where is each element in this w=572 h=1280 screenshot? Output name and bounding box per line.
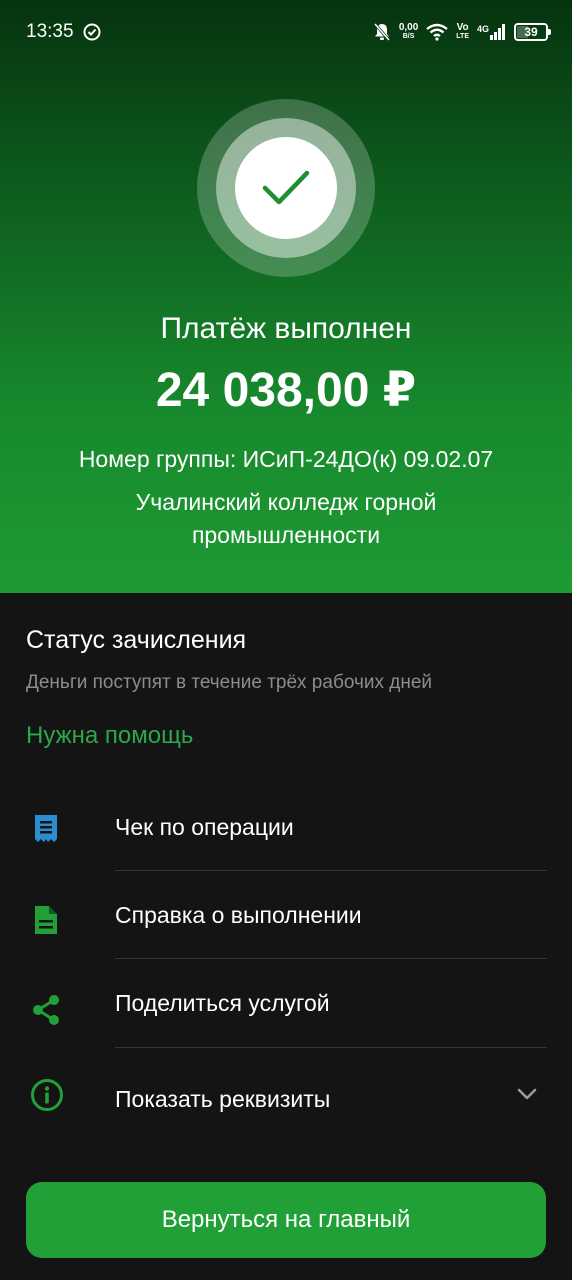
payment-group-number: Номер группы: ИСиП-24ДО(к) 09.02.07 <box>78 446 494 472</box>
document-icon <box>30 904 62 936</box>
volte-bottom: LTE <box>456 33 469 40</box>
action-show-details-label: Показать реквизиты <box>115 1086 331 1112</box>
action-completion-certificate-label: Справка о выполнении <box>115 902 362 928</box>
wifi-icon <box>426 23 449 41</box>
volte-indicator: Vo LTE <box>456 23 469 41</box>
share-icon <box>30 994 62 1026</box>
crediting-status-subtitle: Деньги поступят в течение трёх рабочих д… <box>26 672 433 693</box>
crediting-status-title: Статус зачисления <box>26 626 247 654</box>
receipt-icon <box>30 812 62 844</box>
action-show-details[interactable]: Показать реквизиты <box>0 1050 572 1138</box>
status-bar: 13:35 0,00 B/S Vo LTE 4G 39 <box>0 0 572 64</box>
info-icon <box>30 1078 64 1112</box>
net-speed-value: 0,00 <box>398 22 419 33</box>
action-share-service[interactable]: Поделиться услугой <box>0 960 572 1048</box>
volte-top: Vo <box>456 22 469 33</box>
battery-level: 39 <box>524 25 538 39</box>
battery-indicator: 39 <box>514 23 551 41</box>
return-home-button[interactable]: Вернуться на главный <box>26 1182 546 1258</box>
cell-signal: 4G <box>477 24 506 40</box>
status-icons: 0,00 B/S Vo LTE 4G 39 <box>373 18 551 46</box>
action-receipt-label: Чек по операции <box>115 814 294 840</box>
sync-check-icon <box>83 23 101 41</box>
chevron-down-icon <box>517 1088 537 1100</box>
success-badge <box>197 99 375 277</box>
net-speed-unit: B/S <box>402 33 415 40</box>
mute-bell-icon <box>373 23 390 41</box>
payment-success-header: 13:35 0,00 B/S Vo LTE 4G 39 Платёж выпол… <box>0 0 572 593</box>
action-completion-certificate[interactable]: Справка о выполнении <box>0 872 572 960</box>
payment-status-title: Платёж выполнен <box>160 312 412 345</box>
divider <box>115 1047 547 1048</box>
status-time: 13:35 <box>26 21 74 42</box>
signal-bars-icon <box>490 24 505 40</box>
action-share-service-label: Поделиться услугой <box>115 990 330 1016</box>
divider <box>115 870 547 871</box>
payment-recipient: Учалинский колледж горной промышленности <box>135 489 437 548</box>
divider <box>115 958 547 959</box>
payment-amount: 24 038,00 ₽ <box>155 364 417 417</box>
action-receipt[interactable]: Чек по операции <box>0 784 572 872</box>
network-type: 4G <box>476 24 489 34</box>
checkmark-icon <box>262 170 310 205</box>
net-speed: 0,00 B/S <box>399 23 418 41</box>
need-help-link[interactable]: Нужна помощь <box>26 722 193 750</box>
